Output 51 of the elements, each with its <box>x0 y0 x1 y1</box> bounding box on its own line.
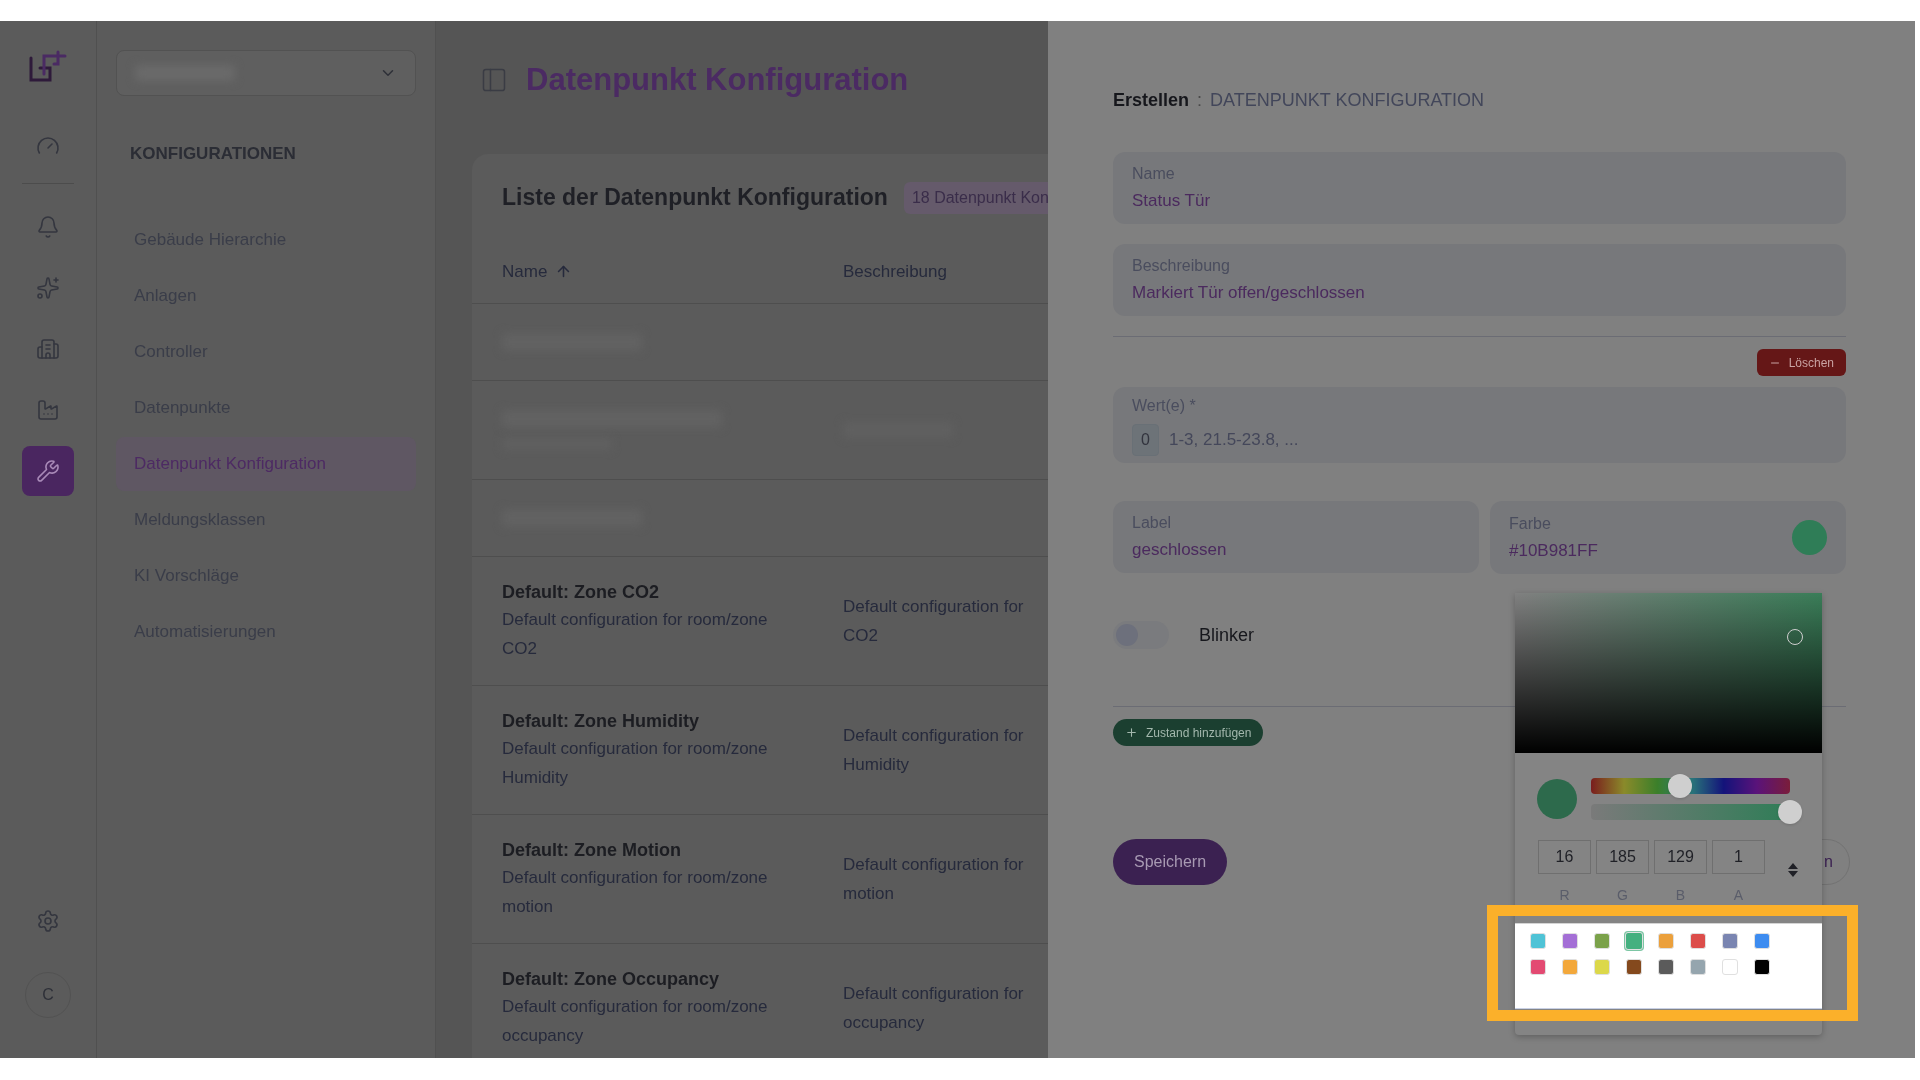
color-swatch[interactable] <box>1722 933 1738 949</box>
color-preview <box>1537 779 1577 819</box>
add-state-button[interactable]: Zustand hinzufügen <box>1113 719 1264 746</box>
color-swatch[interactable] <box>1594 959 1610 975</box>
workspace-dropdown[interactable] <box>116 50 416 96</box>
row-name: Default: Zone Humidity <box>502 709 700 733</box>
bell-icon <box>36 215 60 239</box>
color-swatch[interactable] <box>1594 933 1610 949</box>
wrench-icon <box>36 459 60 483</box>
sparkles-icon <box>36 276 60 300</box>
channel-input[interactable]: 16 <box>1538 840 1591 874</box>
color-swatch[interactable] <box>1658 933 1674 949</box>
toggle-format-icon[interactable] <box>1788 863 1798 877</box>
breadcrumb-separator: : <box>1197 88 1203 112</box>
color-swatch[interactable] <box>1530 933 1546 949</box>
color-swatch[interactable] <box>1562 959 1578 975</box>
color-swatch[interactable] <box>1562 933 1578 949</box>
field-value: geschlossen <box>1132 539 1228 561</box>
color-swatch[interactable] <box>1722 959 1738 975</box>
color-swatch[interactable] <box>1754 959 1770 975</box>
plus-icon <box>1125 726 1138 739</box>
field-value: Status Tür <box>1132 190 1212 212</box>
color-swatch[interactable] <box>1625 932 1643 950</box>
building-icon <box>36 337 60 361</box>
color-swatch[interactable] <box>1658 959 1674 975</box>
channel-input[interactable]: 1 <box>1712 840 1765 874</box>
row-name: Default: Zone Motion <box>502 838 682 862</box>
factory-icon <box>36 398 60 422</box>
card-title: Liste der Datenpunkt Konfiguration <box>502 183 888 213</box>
breadcrumb-current: Erstellen <box>1113 88 1190 112</box>
color-swatch[interactable] <box>1690 933 1706 949</box>
color-swatch[interactable] <box>1754 933 1770 949</box>
toggle-label: Blinker <box>1199 623 1255 647</box>
value-chip[interactable]: 0 <box>1132 424 1159 456</box>
channel-input[interactable]: 185 <box>1596 840 1649 874</box>
row-name: Default: Zone Occupancy <box>502 967 721 991</box>
color-swatch[interactable] <box>1626 959 1642 975</box>
color-swatch[interactable] <box>1690 959 1706 975</box>
settings-icon <box>36 909 60 933</box>
channel-input[interactable]: 129 <box>1654 840 1707 874</box>
slider-thumb[interactable] <box>1778 800 1802 824</box>
breadcrumb-section[interactable]: DATENPUNKT KONFIGURATION <box>1210 86 1485 114</box>
color-swatch[interactable] <box>1530 959 1546 975</box>
save-button[interactable]: Speichern <box>1113 839 1228 885</box>
delete-button[interactable]: Löschen <box>1756 349 1846 376</box>
saturation-area[interactable] <box>1515 593 1822 753</box>
slider-thumb[interactable] <box>1667 774 1692 798</box>
rail-button[interactable] <box>22 446 74 496</box>
row-name: Default: Zone CO2 <box>502 580 660 604</box>
field-value: Markiert Tür offen/geschlossen <box>1132 282 1366 304</box>
field-value: #10B981FF <box>1509 539 1598 562</box>
